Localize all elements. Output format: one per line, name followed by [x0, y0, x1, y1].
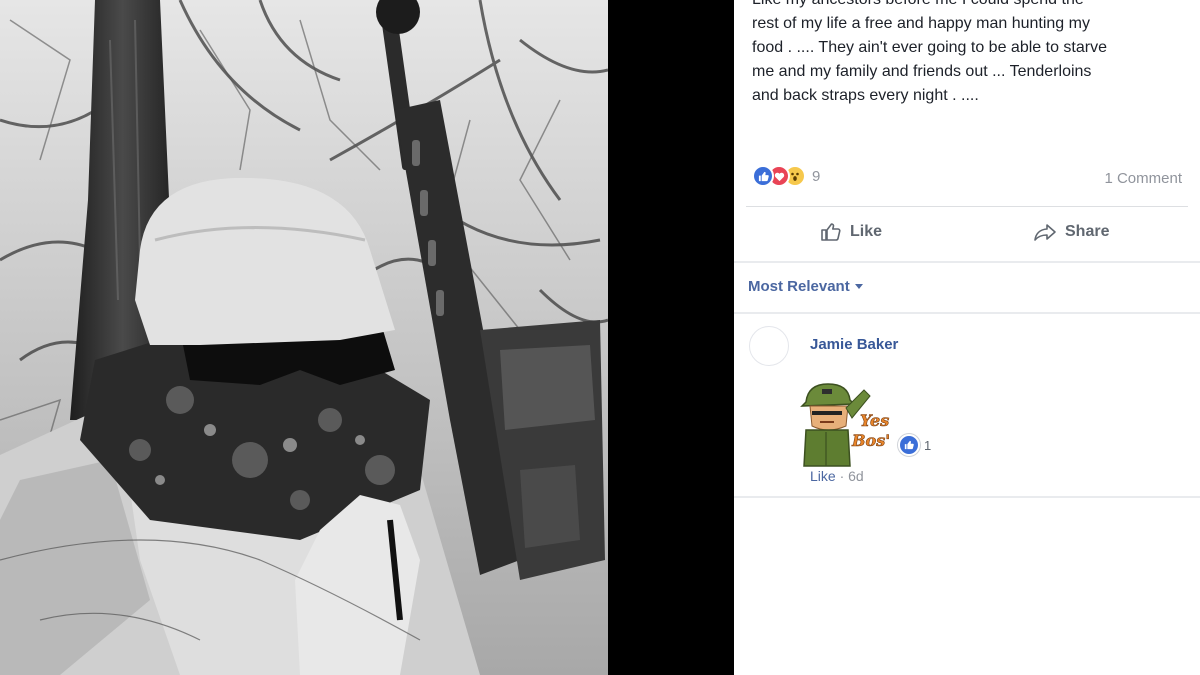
like-button-label: Like [850, 223, 883, 240]
comment-reaction-count: 1 [924, 437, 932, 453]
sticker-text-yes: Yes [860, 411, 889, 430]
saluting-soldier-sticker-icon: Yes Bos' [800, 383, 890, 467]
share-arrow-icon [1034, 224, 1056, 241]
thumbs-up-icon [821, 223, 841, 241]
reaction-summary[interactable]: 9 [752, 163, 820, 189]
hunter-photo-image [0, 0, 608, 675]
post-text: Like my ancestors before me I could spen… [752, 0, 1192, 108]
divider [734, 496, 1200, 498]
comment-like-link[interactable]: Like [810, 468, 836, 484]
caret-down-icon [854, 284, 863, 289]
facebook-post-panel: Like my ancestors before me I could spen… [734, 0, 1200, 675]
share-button[interactable]: Share [1033, 222, 1109, 242]
like-icon [898, 434, 920, 456]
share-button-label: Share [1065, 223, 1110, 240]
post-photo[interactable] [0, 0, 608, 675]
comment-sort-dropdown[interactable]: Most Relevant [748, 278, 863, 295]
comment-count-link[interactable]: 1 Comment [1104, 170, 1182, 187]
meta-separator: · [839, 468, 845, 484]
sticker-text-bos: Bos' [851, 431, 890, 450]
post-text-line: me and my family and friends out ... Ten… [752, 63, 1092, 80]
comment-reaction-badge[interactable]: 1 [894, 434, 931, 456]
divider [746, 206, 1188, 207]
divider [734, 312, 1200, 314]
comment-timestamp[interactable]: 6d [848, 468, 864, 484]
comment-sticker: Yes Bos' [798, 380, 898, 468]
post-text-line: Like my ancestors before me I could spen… [752, 0, 1192, 12]
post-text-line: rest of my life a free and happy man hun… [752, 15, 1090, 32]
comment-author-link[interactable]: Jamie Baker [810, 336, 898, 353]
comment-meta: Like · 6d [810, 468, 864, 484]
like-button[interactable]: Like [820, 222, 882, 242]
like-icon [752, 165, 774, 187]
post-text-line: and back straps every night . .... [752, 87, 979, 104]
reaction-count: 9 [812, 167, 821, 185]
avatar[interactable] [749, 326, 789, 366]
divider [734, 261, 1200, 263]
comment-sort-label: Most Relevant [748, 278, 850, 295]
black-divider [608, 0, 734, 675]
post-text-line: food . .... They ain't ever going to be … [752, 39, 1107, 56]
